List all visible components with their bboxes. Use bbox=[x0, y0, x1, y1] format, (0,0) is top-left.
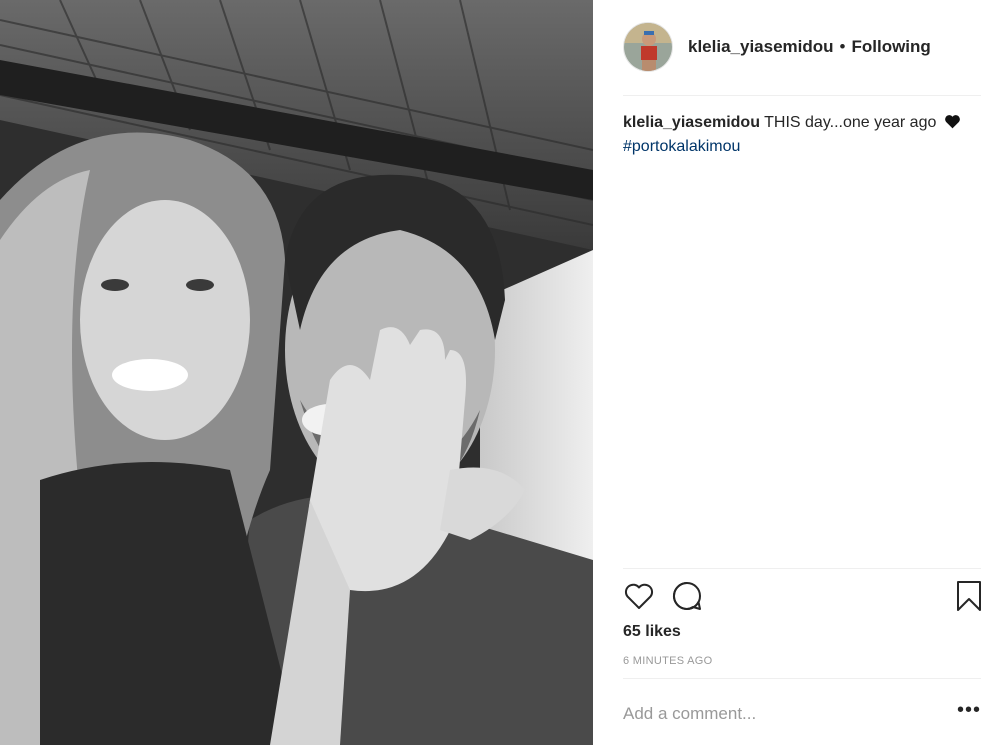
header-username[interactable]: klelia_yiasemidou bbox=[688, 37, 834, 57]
heart-outline-icon bbox=[624, 583, 654, 609]
comment-divider bbox=[623, 678, 981, 679]
actions-divider bbox=[623, 568, 981, 569]
caption-text: THIS day...one year ago bbox=[764, 114, 937, 131]
post-caption: klelia_yiasemidou THIS day...one year ag… bbox=[623, 112, 981, 158]
post-header: klelia_yiasemidou • Following bbox=[623, 20, 981, 74]
comment-row: ••• bbox=[623, 699, 983, 729]
header-separator: • bbox=[839, 37, 846, 56]
following-button[interactable]: Following bbox=[851, 37, 930, 57]
like-button[interactable] bbox=[623, 580, 655, 612]
avatar-image bbox=[624, 23, 672, 71]
avatar[interactable] bbox=[623, 22, 673, 72]
speech-bubble-icon bbox=[672, 581, 701, 610]
ellipsis-icon[interactable]: ••• bbox=[957, 700, 980, 723]
post-panel: klelia_yiasemidou • Following klelia_yia… bbox=[593, 0, 1002, 745]
caption-hashtag[interactable]: #portokalakimou bbox=[623, 136, 981, 158]
comment-button[interactable] bbox=[671, 580, 703, 612]
caption-username[interactable]: klelia_yiasemidou bbox=[623, 114, 760, 131]
black-heart-icon bbox=[944, 114, 961, 136]
bookmark-icon bbox=[957, 581, 981, 611]
header-divider bbox=[623, 95, 981, 96]
photo-image bbox=[0, 0, 593, 745]
action-bar bbox=[623, 580, 985, 616]
likes-count[interactable]: 65 likes bbox=[623, 623, 681, 641]
post-photo[interactable] bbox=[0, 0, 593, 745]
save-button[interactable] bbox=[953, 580, 985, 612]
post-timestamp[interactable]: 6 MINUTES AGO bbox=[623, 655, 712, 667]
comment-input[interactable] bbox=[623, 699, 943, 729]
